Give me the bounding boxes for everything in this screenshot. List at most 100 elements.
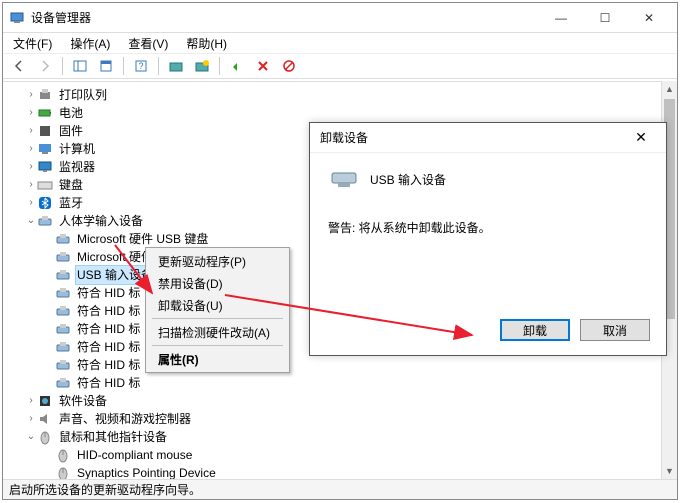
expander-icon[interactable]: › (25, 86, 37, 104)
firmware-icon (37, 123, 53, 139)
scan-hardware-button[interactable] (190, 55, 214, 77)
tree-node-label: 符合 HID 标 (75, 356, 142, 374)
tree-node[interactable]: › 软件设备 (7, 392, 677, 410)
close-button[interactable]: ✕ (627, 4, 671, 32)
expander-icon[interactable]: › (25, 104, 37, 122)
show-hide-button[interactable] (68, 55, 92, 77)
dialog-title: 卸载设备 (320, 129, 368, 146)
svg-text:?: ? (138, 61, 143, 71)
hid-icon (55, 303, 71, 319)
expander-icon[interactable]: › (25, 194, 37, 212)
menu-help[interactable]: 帮助(H) (182, 33, 231, 54)
update-driver-button[interactable] (164, 55, 188, 77)
menu-item-properties[interactable]: 属性(R) (148, 348, 287, 370)
hid-icon (55, 357, 71, 373)
dialog-buttons: 卸载 取消 (500, 319, 650, 341)
hid-icon (55, 339, 71, 355)
tree-node-label: Microsoft 硬件 USB 键盘 (75, 230, 210, 248)
hid-icon (37, 213, 53, 229)
tree-node-label: 打印队列 (57, 86, 109, 104)
dialog-body: USB 输入设备 警告: 将从系统中卸载此设备。 (310, 153, 666, 290)
tree-node-label: 符合 HID 标 (75, 374, 142, 392)
tree-node-label: Synaptics Pointing Device (75, 464, 218, 479)
toolbar: ? (3, 53, 677, 79)
app-icon (9, 10, 25, 26)
expander-icon[interactable]: › (25, 122, 37, 140)
tree-node[interactable]: 符合 HID 标 (7, 374, 677, 392)
tree-node[interactable]: › 电池 (7, 104, 677, 122)
menu-item-uninstall[interactable]: 卸载设备(U) (148, 294, 287, 316)
tree-node-label: 电池 (57, 104, 85, 122)
tree-node-label: 监视器 (57, 158, 97, 176)
context-menu: 更新驱动程序(P) 禁用设备(D) 卸载设备(U) 扫描检测硬件改动(A) 属性… (145, 247, 290, 373)
menu-action[interactable]: 操作(A) (66, 33, 114, 54)
help-button[interactable]: ? (129, 55, 153, 77)
mouse-icon (55, 447, 71, 463)
expander-icon[interactable]: › (25, 176, 37, 194)
software-icon (37, 393, 53, 409)
back-button[interactable] (7, 55, 31, 77)
expander-icon[interactable]: › (25, 140, 37, 158)
tree-node-label: 计算机 (57, 140, 97, 158)
hid-icon (55, 285, 71, 301)
tree-node-label: 符合 HID 标 (75, 338, 142, 356)
expander-icon[interactable]: › (25, 158, 37, 176)
tree-node-label: 符合 HID 标 (75, 284, 142, 302)
dialog-warning-text: 警告: 将从系统中卸载此设备。 (328, 219, 648, 236)
expander-icon[interactable]: › (25, 410, 37, 428)
cancel-button[interactable]: 取消 (580, 319, 650, 341)
sound-icon (37, 411, 53, 427)
dialog-close-button[interactable]: ✕ (626, 129, 656, 146)
tree-node-label: 声音、视频和游戏控制器 (57, 410, 193, 428)
maximize-button[interactable]: ☐ (583, 4, 627, 32)
tree-node[interactable]: Synaptics Pointing Device (7, 464, 677, 479)
tree-node[interactable]: HID-compliant mouse (7, 446, 677, 464)
minimize-button[interactable]: — (539, 4, 583, 32)
disable-button[interactable] (277, 55, 301, 77)
tree-node[interactable]: › 声音、视频和游戏控制器 (7, 410, 677, 428)
mouse-icon (37, 429, 53, 445)
battery-icon (37, 105, 53, 121)
expander-icon[interactable]: ⌄ (25, 428, 37, 446)
tree-node-label: 软件设备 (57, 392, 109, 410)
hid-icon (55, 231, 71, 247)
menu-view[interactable]: 查看(V) (124, 33, 172, 54)
menu-item-disable[interactable]: 禁用设备(D) (148, 272, 287, 294)
properties-button[interactable] (94, 55, 118, 77)
menu-item-scan[interactable]: 扫描检测硬件改动(A) (148, 321, 287, 343)
bluetooth-icon (37, 195, 53, 211)
tree-node-label: USB 输入设备 (75, 265, 155, 285)
computer-icon (37, 141, 53, 157)
tree-node-label: HID-compliant mouse (75, 446, 194, 464)
tree-node-label: 人体学输入设备 (57, 212, 145, 230)
expander-icon[interactable]: › (25, 392, 37, 410)
menu-separator (152, 345, 283, 346)
monitor-icon (37, 159, 53, 175)
uninstall-button[interactable] (251, 55, 275, 77)
mouse-icon (55, 465, 71, 479)
keyboard-icon (37, 177, 53, 193)
window-title: 设备管理器 (31, 9, 539, 26)
tree-node-label: 键盘 (57, 176, 85, 194)
dialog-device-row: USB 输入设备 (328, 167, 648, 191)
tree-node-label: 符合 HID 标 (75, 302, 142, 320)
enable-button[interactable] (225, 55, 249, 77)
scroll-down-button[interactable]: ▼ (662, 463, 677, 479)
uninstall-confirm-button[interactable]: 卸载 (500, 319, 570, 341)
window-controls: — ☐ ✕ (539, 4, 671, 32)
menu-item-update-driver[interactable]: 更新驱动程序(P) (148, 250, 287, 272)
menu-file[interactable]: 文件(F) (9, 33, 56, 54)
menubar: 文件(F) 操作(A) 查看(V) 帮助(H) (3, 33, 677, 53)
status-text: 启动所选设备的更新驱动程序向导。 (9, 481, 201, 498)
tree-node[interactable]: 符合 HID 标 (7, 356, 677, 374)
menu-separator (152, 318, 283, 319)
hid-icon (55, 267, 71, 283)
tree-node[interactable]: ⌄鼠标和其他指针设备 (7, 428, 677, 446)
dialog-titlebar: 卸载设备 ✕ (310, 123, 666, 153)
scroll-up-button[interactable]: ▲ (662, 81, 677, 97)
hid-icon (55, 375, 71, 391)
tree-node-label: 蓝牙 (57, 194, 85, 212)
tree-node[interactable]: › 打印队列 (7, 86, 677, 104)
expander-icon[interactable]: ⌄ (25, 212, 37, 230)
forward-button[interactable] (33, 55, 57, 77)
